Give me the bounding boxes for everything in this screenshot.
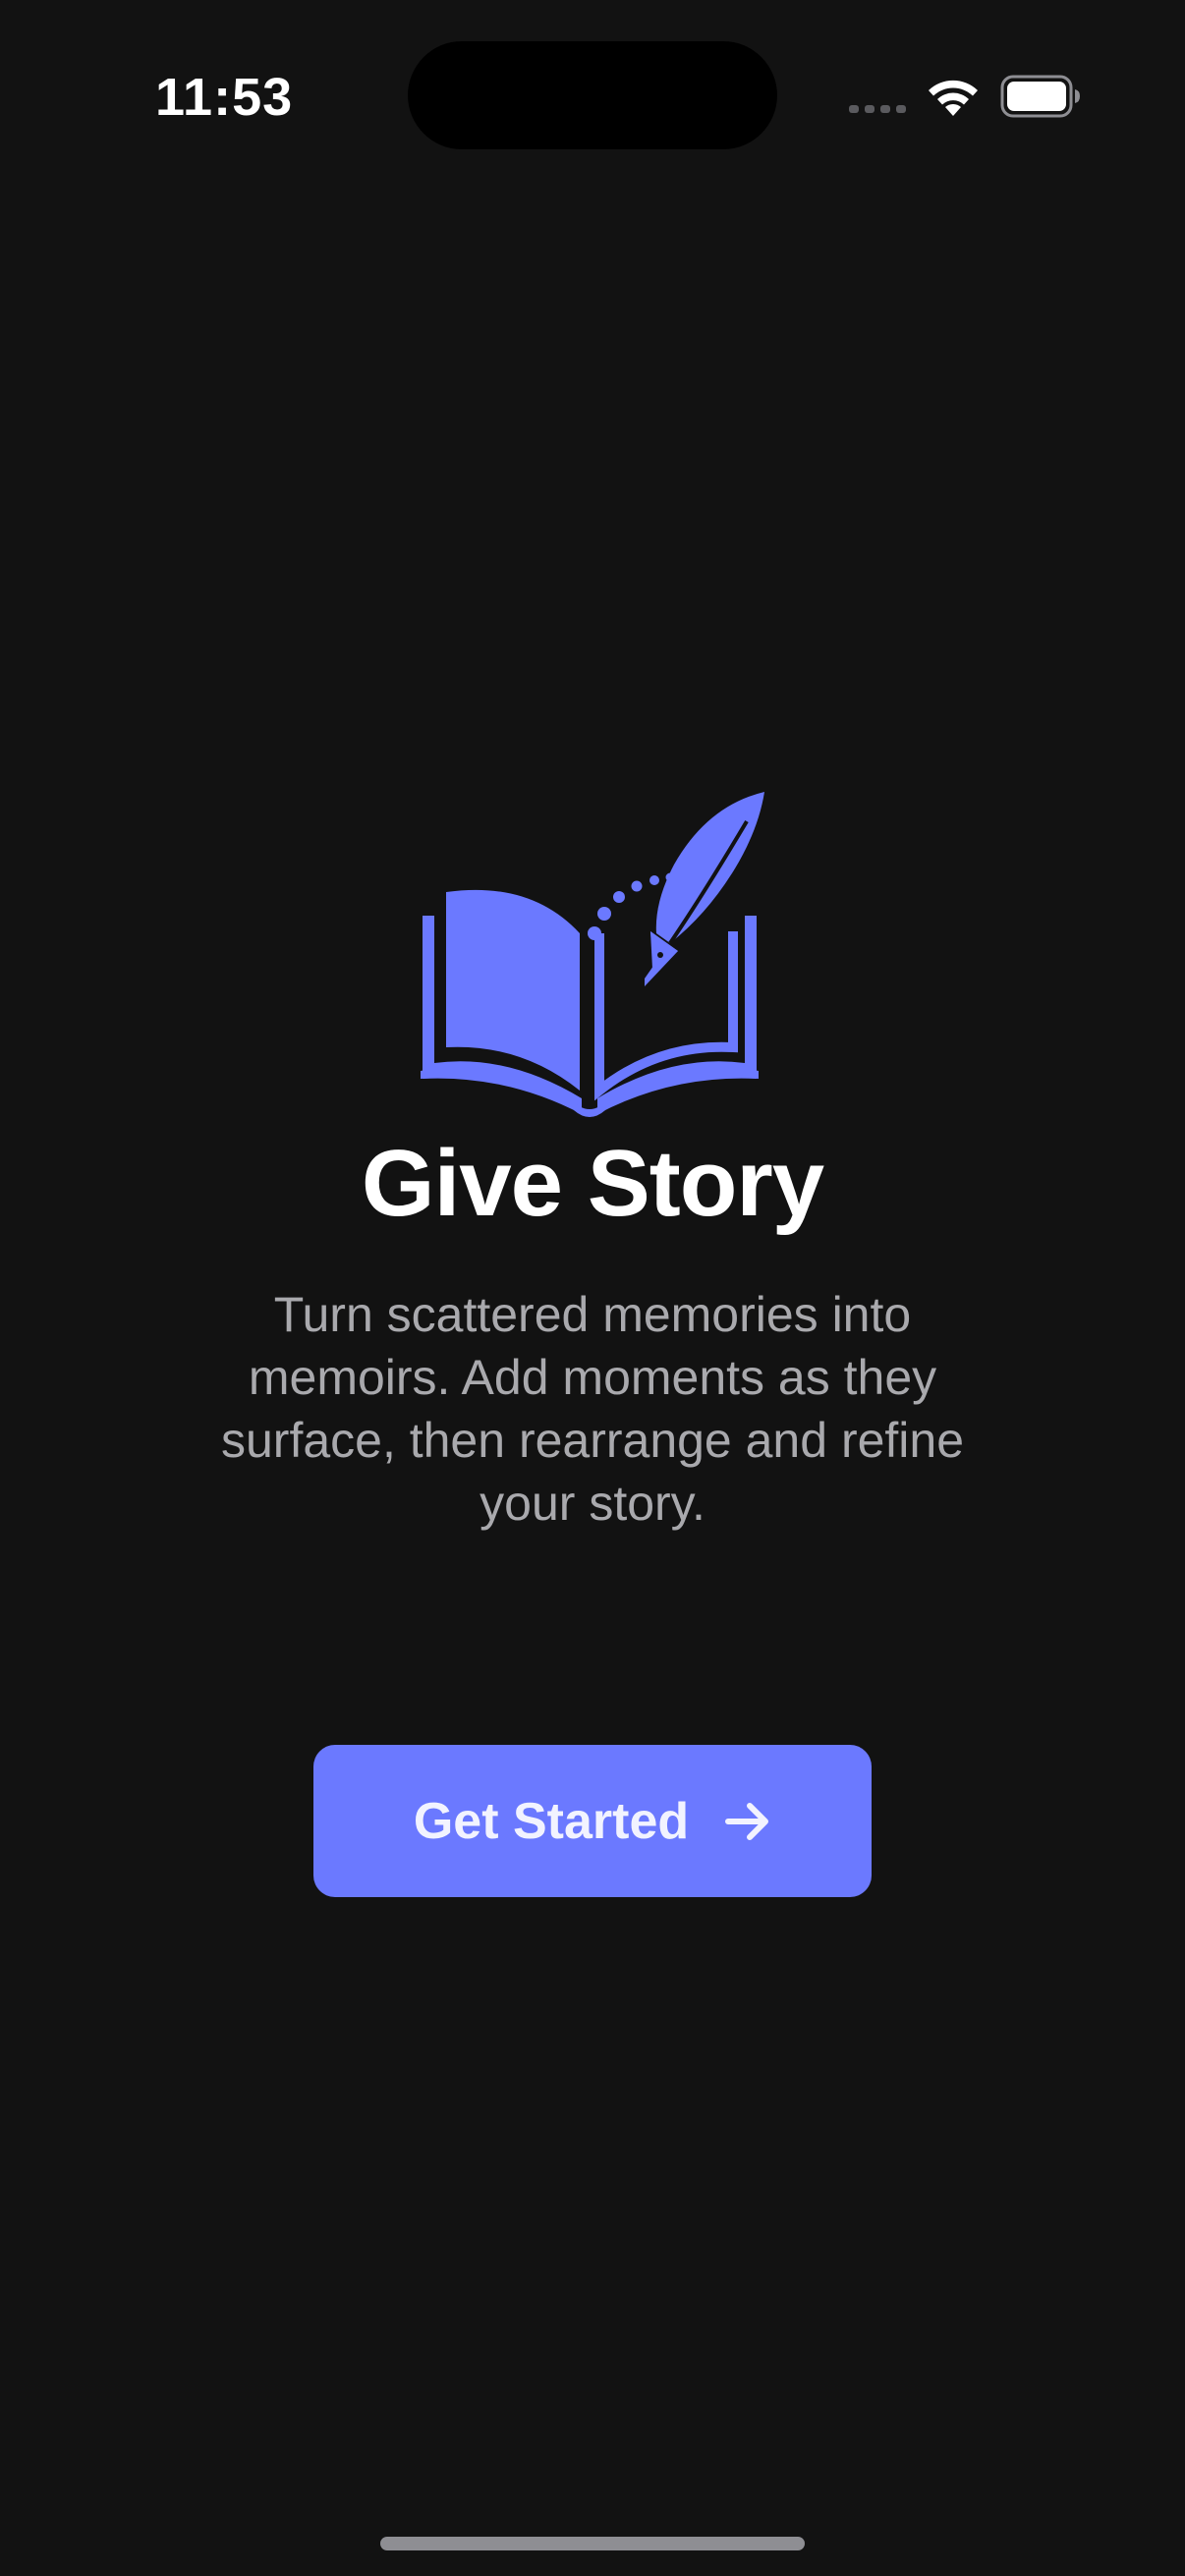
signal-icon [849, 105, 906, 113]
status-time: 11:53 [155, 68, 294, 127]
arrow-right-icon [725, 1802, 769, 1840]
battery-icon [1000, 75, 1080, 118]
dynamic-island [408, 41, 777, 149]
app-tagline: Turn scattered memories into memoirs. Ad… [220, 1287, 965, 1531]
get-started-label: Get Started [413, 1792, 690, 1850]
home-indicator[interactable] [380, 2537, 805, 2550]
wifi-icon [929, 80, 978, 116]
status-bar: 11:53 [0, 0, 1185, 196]
app-title: Give Story [361, 1131, 824, 1236]
get-started-button[interactable]: Get Started [313, 1745, 872, 1897]
book-quill-icon [421, 792, 764, 1117]
